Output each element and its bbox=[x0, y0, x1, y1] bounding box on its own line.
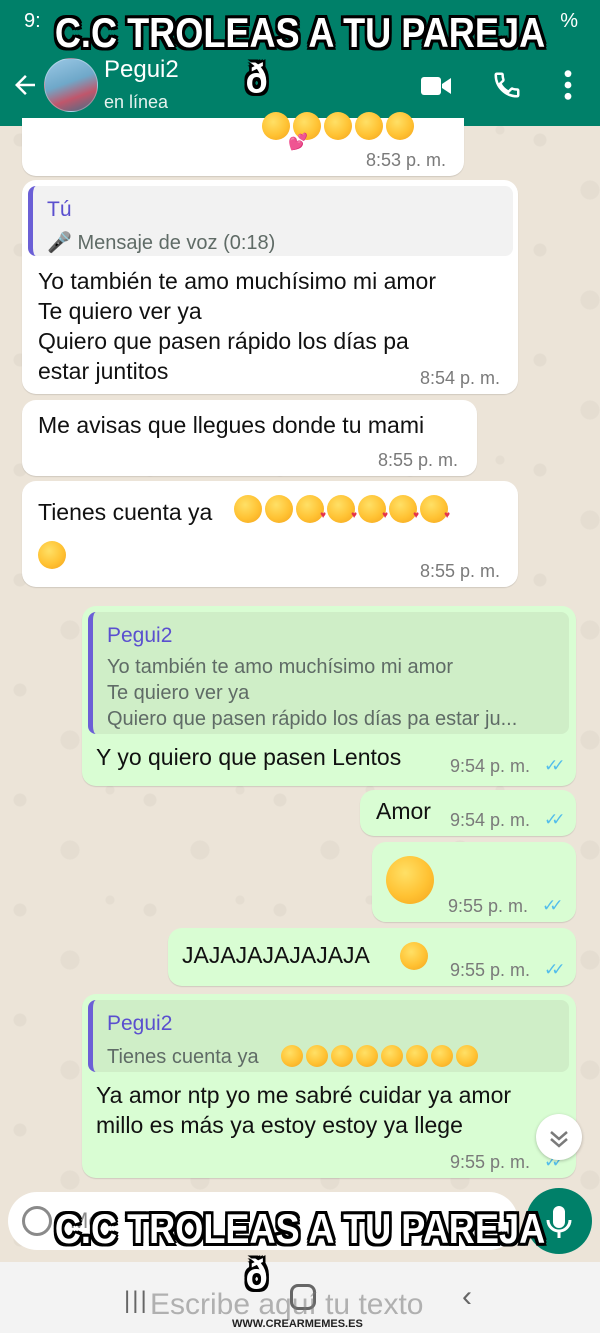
scroll-down-button[interactable] bbox=[536, 1114, 582, 1160]
wink-tongue-emoji bbox=[400, 942, 428, 970]
message-outgoing[interactable]: 9:55 p. m. ✓✓ bbox=[372, 842, 576, 922]
kiss-emoji: ♥ bbox=[358, 495, 388, 523]
chevron-down-icon bbox=[550, 1131, 568, 1148]
emoji-row bbox=[281, 1045, 481, 1067]
giggle-emoji bbox=[386, 856, 434, 904]
kiss-emoji: ♥ bbox=[420, 495, 450, 523]
message-incoming[interactable]: Me avisas que llegues donde tu mami 8:55… bbox=[22, 400, 477, 476]
quote-author: Tú bbox=[47, 198, 72, 221]
hug-emoji bbox=[456, 1045, 478, 1067]
message-text: Ya amor ntp yo me sabré cuidar ya amor m… bbox=[96, 1082, 512, 1138]
kiss-emoji bbox=[431, 1045, 453, 1067]
emoji-icon bbox=[324, 112, 352, 140]
message-time: 8:54 p. m. bbox=[420, 368, 501, 388]
kiss-emoji bbox=[381, 1045, 403, 1067]
kiss-emoji bbox=[406, 1045, 428, 1067]
read-ticks-icon: ✓✓ bbox=[544, 810, 565, 829]
smiling-hearts-emoji bbox=[234, 495, 262, 523]
read-ticks-icon: ✓✓ bbox=[542, 896, 563, 915]
message-time: 9:55 p. m. bbox=[450, 960, 531, 980]
hug-emoji bbox=[38, 541, 66, 569]
meme-bottom-caption: C.C TROLEAS A TU PAREJA ð bbox=[54, 1205, 546, 1298]
kiss-emoji bbox=[331, 1045, 353, 1067]
message-incoming[interactable]: Tienes cuenta ya ♥ ♥ ♥ ♥ ♥ 8:55 p. m. bbox=[22, 481, 518, 587]
quoted-message[interactable]: Tú 🎤 Mensaje de voz (0:18) bbox=[28, 186, 513, 256]
quoted-message[interactable]: Pegui2 Tienes cuenta ya bbox=[88, 1000, 569, 1072]
kiss-emoji: ♥ bbox=[296, 495, 326, 523]
quote-author: Pegui2 bbox=[107, 624, 173, 647]
kiss-emoji: ♥ bbox=[389, 495, 419, 523]
more-options-icon[interactable] bbox=[558, 68, 578, 102]
meme-credit: WWW.CREARMEMES.ES bbox=[232, 1318, 363, 1330]
read-ticks-icon: ✓✓ bbox=[544, 960, 565, 979]
status-time: 9: bbox=[24, 10, 41, 32]
message-outgoing[interactable]: Pegui2 Tienes cuenta ya Ya amor ntp yo m… bbox=[82, 994, 576, 1178]
smiling-hearts-emoji bbox=[306, 1045, 328, 1067]
message-time: 9:54 p. m. bbox=[450, 810, 531, 830]
back-arrow-icon[interactable] bbox=[10, 70, 40, 100]
message-time: 9:55 p. m. bbox=[448, 896, 529, 916]
message-text: JAJAJAJAJAJAJA bbox=[182, 942, 370, 968]
message-text: Tienes cuenta ya bbox=[38, 499, 213, 525]
read-ticks-icon: ✓✓ bbox=[544, 756, 565, 775]
emoji-icon bbox=[386, 112, 414, 140]
message-outgoing[interactable]: JAJAJAJAJAJAJA 9:55 p. m. ✓✓ bbox=[168, 928, 576, 986]
message-time: 9:54 p. m. bbox=[450, 756, 531, 776]
message-text: Yo también te amo muchísimo mi amor Te q… bbox=[38, 268, 436, 384]
message-time: 8:55 p. m. bbox=[420, 561, 501, 581]
quote-text: Tienes cuenta ya bbox=[107, 1046, 259, 1068]
kiss-emoji bbox=[356, 1045, 378, 1067]
smiling-hearts-emoji bbox=[281, 1045, 303, 1067]
message-incoming-partial[interactable]: 💕 8:53 p. m. bbox=[22, 112, 464, 176]
status-battery: % bbox=[560, 10, 578, 32]
message-time: 9:55 p. m. bbox=[450, 1152, 531, 1172]
message-time: 8:53 p. m. bbox=[366, 150, 447, 170]
emoji-row: ♥ ♥ ♥ ♥ ♥ bbox=[234, 495, 451, 523]
emoji-icon bbox=[355, 112, 383, 140]
meme-top-caption: C.C TROLEAS A TU PAREJA ð bbox=[54, 9, 546, 102]
quoted-message[interactable]: Pegui2 Yo también te amo muchísimo mi am… bbox=[88, 612, 569, 734]
message-time: 8:55 p. m. bbox=[378, 450, 459, 470]
message-text: Amor bbox=[376, 798, 431, 824]
message-outgoing[interactable]: Amor 9:54 p. m. ✓✓ bbox=[360, 790, 576, 836]
quote-text: Yo también te amo muchísimo mi amor Te q… bbox=[107, 656, 518, 730]
message-text: Y yo quiero que pasen Lentos bbox=[96, 744, 402, 770]
quote-author: Pegui2 bbox=[107, 1012, 173, 1035]
message-incoming[interactable]: Tú 🎤 Mensaje de voz (0:18) Yo también te… bbox=[22, 180, 518, 394]
emoji-icon bbox=[262, 112, 290, 140]
hearts-icon: 💕 bbox=[288, 134, 308, 151]
message-outgoing[interactable]: Pegui2 Yo también te amo muchísimo mi am… bbox=[82, 606, 576, 786]
quote-text: 🎤 Mensaje de voz (0:18) bbox=[47, 232, 276, 254]
emoji-row bbox=[262, 112, 417, 140]
smiling-hearts-emoji bbox=[265, 495, 293, 523]
kiss-emoji: ♥ bbox=[327, 495, 357, 523]
message-text: Me avisas que llegues donde tu mami bbox=[38, 412, 425, 438]
